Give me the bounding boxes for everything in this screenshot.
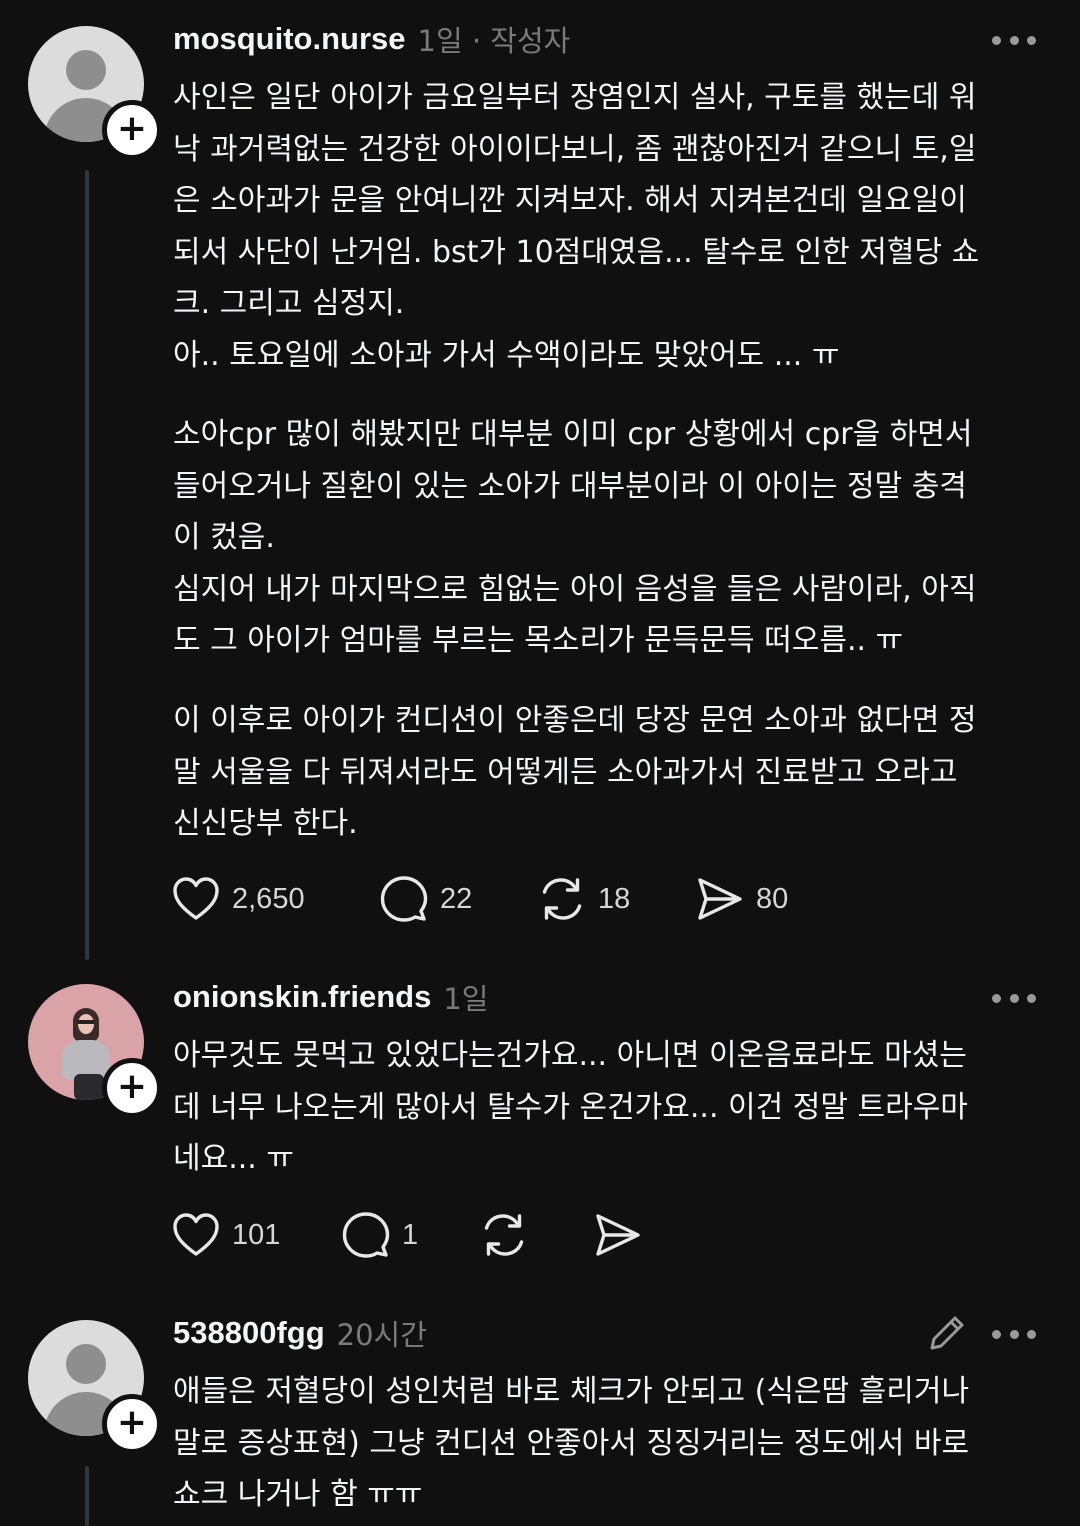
post-text: 소아cpr 많이 해봤지만 대부분 이미 cpr 상황에서 cpr을 하면서 들… <box>173 417 977 658</box>
post-text: 아무것도 못먹고 있었다는건가요... 아니면 이온음료라도 마셨는 데 너무 … <box>173 1038 968 1176</box>
more-icon[interactable] <box>992 33 1036 47</box>
share-button[interactable] <box>594 1210 642 1260</box>
heart-icon <box>173 877 219 920</box>
share-count: 80 <box>756 882 789 915</box>
username[interactable]: 538800fgg <box>173 1315 325 1351</box>
comment-icon <box>380 876 428 922</box>
repost-icon <box>542 878 582 920</box>
reply-button[interactable]: 22 <box>380 874 472 924</box>
reply-count: 22 <box>440 882 473 915</box>
plus-icon[interactable]: + <box>102 100 162 160</box>
post-meta: 20시간 <box>336 1318 427 1352</box>
username[interactable]: onionskin.friends <box>173 979 431 1015</box>
share-button[interactable]: 80 <box>696 874 788 924</box>
share-icon <box>698 878 742 920</box>
repost-button[interactable]: 18 <box>538 874 630 924</box>
share-icon <box>596 1214 640 1256</box>
post-text: 사인은 일단 아이가 금요일부터 장염인지 설사, 구토를 했는데 워 낙 과거… <box>173 80 980 373</box>
thread-line <box>85 170 89 960</box>
repost-icon <box>484 1214 524 1256</box>
like-button[interactable]: 2,650 <box>172 874 305 924</box>
like-count: 2,650 <box>232 882 305 915</box>
like-button[interactable]: 101 <box>172 1210 280 1260</box>
repost-count: 18 <box>598 882 631 915</box>
repost-button[interactable] <box>480 1210 528 1260</box>
post-text: 애들은 저혈당이 성인처럼 바로 체크가 안되고 (식은땀 흘리거나 말로 증상… <box>173 1374 970 1512</box>
reply-button[interactable]: 1 <box>342 1210 418 1260</box>
post-meta: 1일 <box>443 982 489 1016</box>
heart-icon <box>173 1213 219 1256</box>
post-text: 이 이후로 아이가 컨디션이 안좋은데 당장 문연 소아과 없다면 정 말 서울… <box>173 703 977 841</box>
reply-count: 1 <box>402 1218 419 1251</box>
pencil-icon[interactable] <box>926 1312 968 1354</box>
like-count: 101 <box>232 1218 281 1251</box>
avatar[interactable]: + <box>28 984 162 1118</box>
more-icon[interactable] <box>992 991 1036 1005</box>
comment-icon <box>342 1212 390 1258</box>
plus-icon[interactable]: + <box>102 1394 162 1454</box>
username[interactable]: mosquito.nurse <box>173 21 406 57</box>
post-meta: 1일 · 작성자 <box>417 24 571 58</box>
more-icon[interactable] <box>992 1327 1036 1341</box>
avatar[interactable]: + <box>28 26 162 160</box>
plus-icon[interactable]: + <box>102 1058 162 1118</box>
avatar[interactable]: + <box>28 1320 162 1454</box>
thread-line <box>85 1466 89 1526</box>
